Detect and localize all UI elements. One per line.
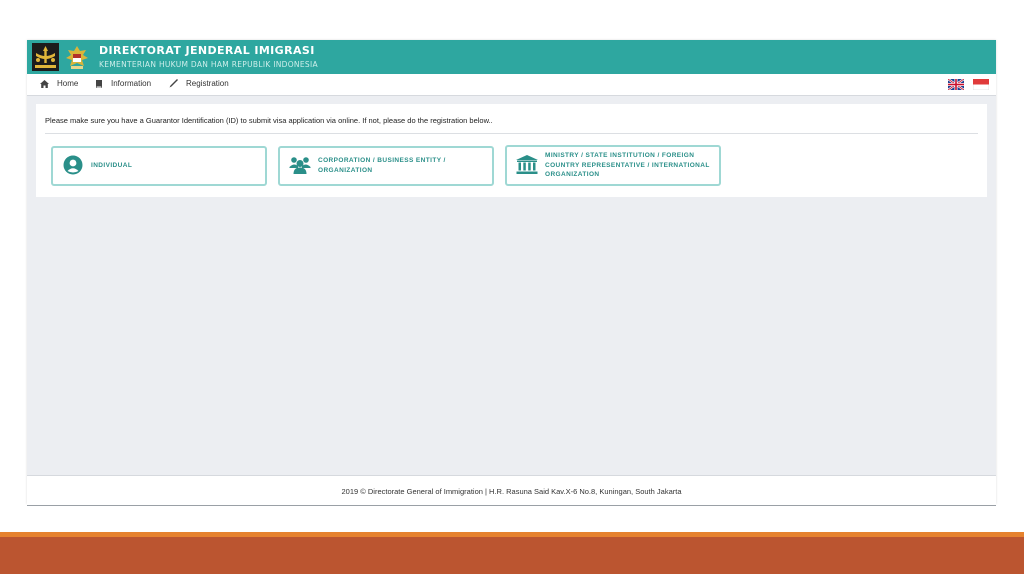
corporation-option-label-line1: CORPORATION / BUSINESS ENTITY /	[318, 157, 446, 164]
user-circle-icon	[63, 155, 83, 175]
book-icon	[96, 79, 102, 88]
immigration-logo	[32, 43, 59, 71]
pen-icon	[169, 79, 178, 88]
site-subtitle: KEMENTERIAN HUKUM DAN HAM REPUBLIK INDON…	[99, 60, 318, 69]
browser-content: DIREKTORAT JENDERAL IMIGRASI KEMENTERIAN…	[27, 40, 996, 506]
individual-option-label: INDIVIDUAL	[91, 162, 133, 169]
institution-icon	[516, 155, 538, 174]
ministry-option-button[interactable]: MINISTRY / STATE INSTITUTION / FOREIGN C…	[505, 145, 721, 186]
nav-registration[interactable]: Registration	[169, 79, 229, 88]
users-group-icon	[289, 157, 311, 174]
guarantor-notice: Please make sure you have a Guarantor Id…	[45, 116, 493, 125]
site-title: DIREKTORAT JENDERAL IMIGRASI	[99, 44, 315, 57]
individual-option-button[interactable]: INDIVIDUAL	[51, 146, 267, 186]
footer-copyright: 2019 © Directorate General of Immigratio…	[341, 487, 682, 496]
uk-flag-icon[interactable]	[948, 79, 964, 90]
corporation-option-button[interactable]: CORPORATION / BUSINESS ENTITY / ORGANIZA…	[278, 146, 494, 186]
nav-information-label: Information	[111, 79, 152, 88]
nav-bar: Home Information Registration	[27, 74, 996, 96]
garuda-emblem	[63, 43, 91, 71]
ministry-option-label-line2: COUNTRY REPRESENTATIVE / INTERNATIONAL	[545, 161, 710, 169]
site-footer: 2019 © Directorate General of Immigratio…	[27, 475, 996, 506]
divider	[45, 133, 978, 134]
slide-footer-bar	[0, 537, 1024, 574]
site-header: DIREKTORAT JENDERAL IMIGRASI KEMENTERIAN…	[27, 40, 996, 74]
registration-panel: Please make sure you have a Guarantor Id…	[36, 104, 987, 197]
nav-home-label: Home	[57, 79, 79, 88]
nav-information[interactable]: Information	[95, 79, 151, 88]
nav-home[interactable]: Home	[40, 79, 78, 88]
nav-registration-label: Registration	[186, 79, 229, 88]
ministry-option-label-line1: MINISTRY / STATE INSTITUTION / FOREIGN	[545, 152, 695, 159]
corporation-option-label-line2: ORGANIZATION	[318, 167, 373, 174]
ministry-option-label-line3: ORGANIZATION	[545, 171, 600, 178]
home-icon	[40, 79, 49, 88]
indonesia-flag-icon[interactable]	[973, 79, 989, 90]
